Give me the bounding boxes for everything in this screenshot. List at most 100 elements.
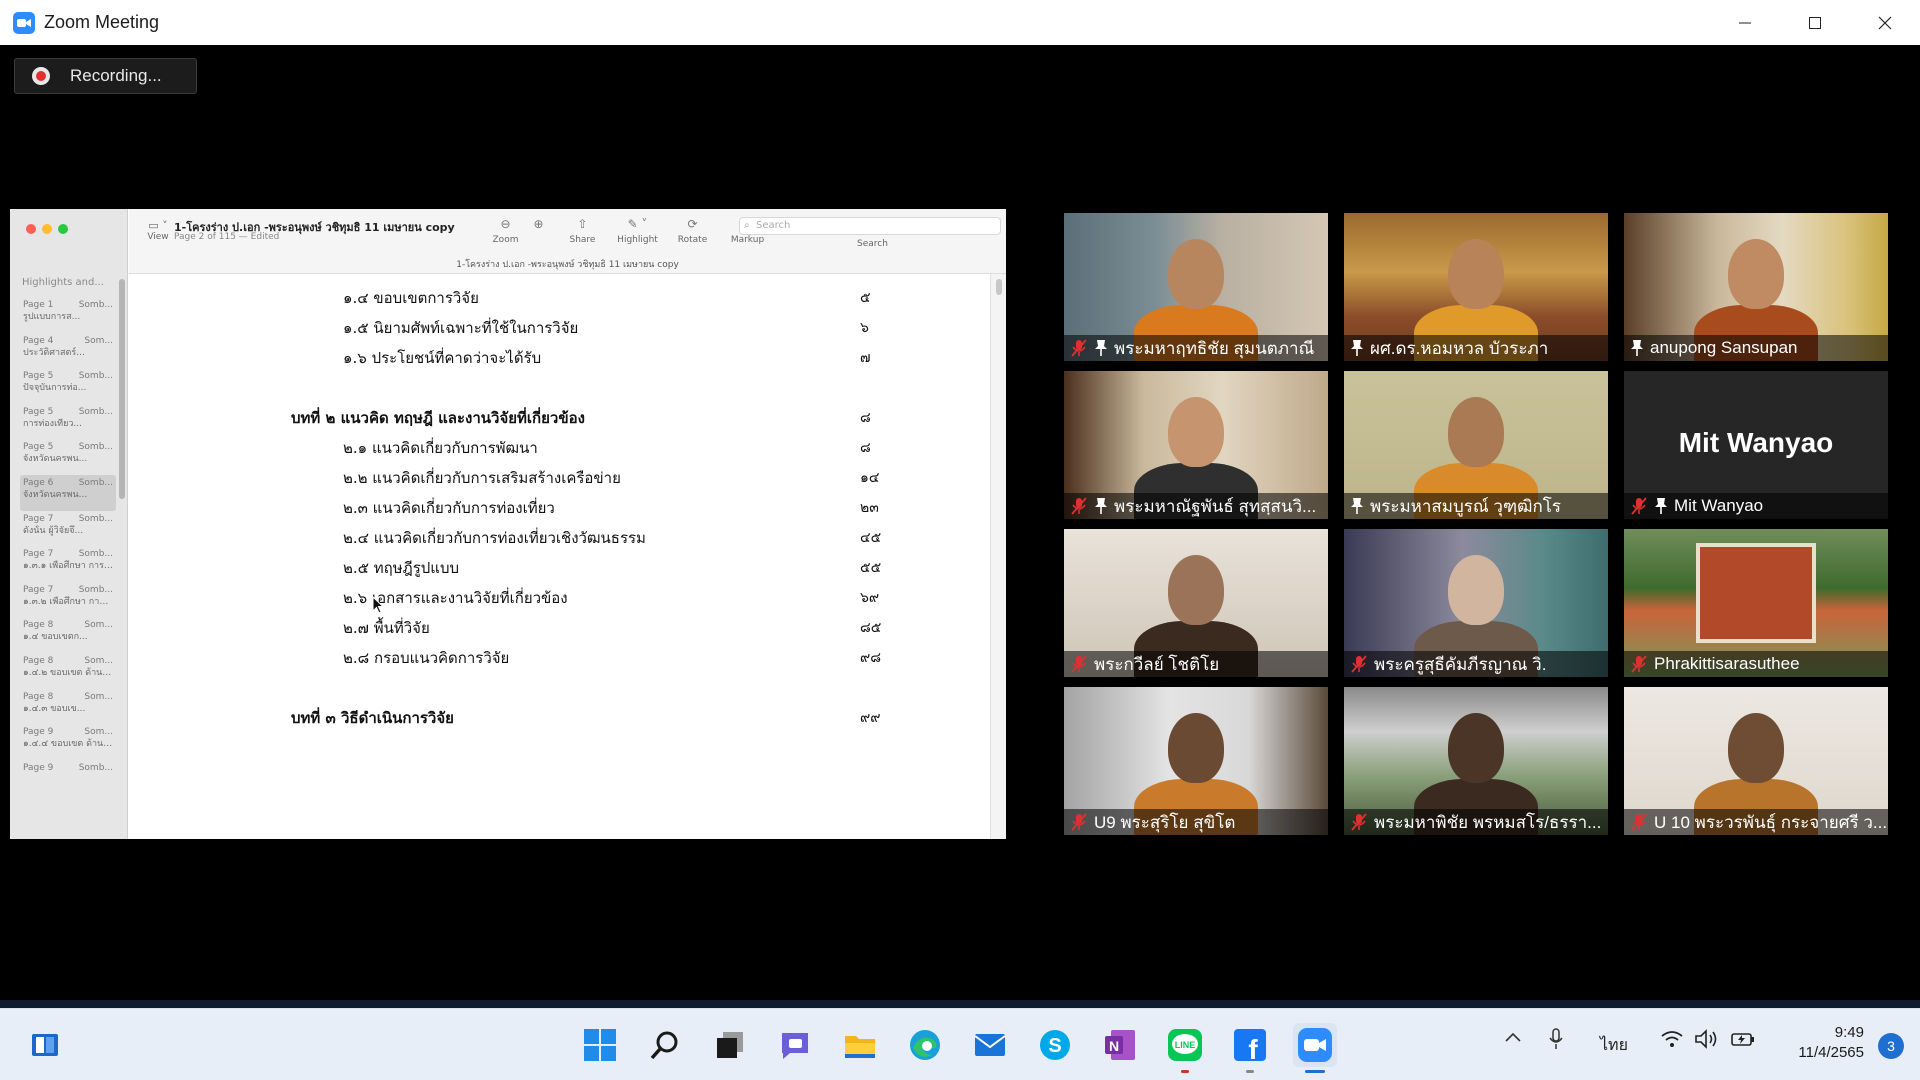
taskbar-file-explorer-button[interactable]	[838, 1023, 882, 1067]
participant-tile[interactable]: Phrakittisarasuthee	[1624, 529, 1888, 677]
close-button[interactable]	[1850, 0, 1920, 45]
mouse-cursor-icon	[372, 596, 384, 614]
clock-date: 11/4/2565	[1798, 1044, 1864, 1061]
page-scrollbar[interactable]	[996, 279, 1002, 295]
participant-name-bar: anupong Sansupan	[1624, 335, 1888, 361]
participant-face	[1728, 713, 1784, 783]
window-titlebar[interactable]: Zoom Meeting	[0, 0, 1920, 45]
clock[interactable]: 9:49 11/4/2565	[1798, 1023, 1864, 1063]
toc-section-title: ๒.๒ แนวคิดเกี่ยวกับการเสริมสร้างเครือข่า…	[343, 469, 621, 487]
notification-badge[interactable]: 3	[1878, 1033, 1904, 1059]
annotation-preview: ดังนั้น ผู้วิจัยจึ...	[23, 525, 84, 536]
participant-tile[interactable]: พระมหาสมบูรณ์ วุฑฺฒิกโร	[1344, 371, 1608, 519]
participant-tile[interactable]: พระมหาณัฐพันธ์ สุทสฺสนวิ...	[1064, 371, 1328, 519]
annotation-item[interactable]: Page 7 Somb... ดังนั้น ผู้วิจัยจึ...	[20, 511, 116, 547]
taskbar-facebook-button[interactable]: f	[1228, 1023, 1272, 1073]
annotation-author: Som...	[84, 620, 113, 631]
taskbar-mail-button[interactable]	[968, 1023, 1012, 1067]
highlight-button[interactable]: ✎ ˅ Highlight	[610, 217, 665, 245]
participant-tile[interactable]: พระมหาฤทธิชัย สุมนตภาณี	[1064, 213, 1328, 361]
annotation-author: Somb...	[78, 584, 113, 595]
taskbar-teams-chat-button[interactable]	[773, 1023, 817, 1067]
participant-name: U 10 พระวรพันธุ์ กระจายศรี ว...	[1654, 812, 1888, 832]
taskbar-edge-button[interactable]	[903, 1023, 947, 1067]
zoom-out-button[interactable]: ⊖ Zoom	[489, 217, 522, 245]
maximize-button[interactable]	[1780, 0, 1850, 45]
zoom-in-button[interactable]: ⊕	[522, 217, 555, 245]
mac-window-buttons	[26, 224, 68, 234]
annotation-page: Page 6	[23, 477, 54, 488]
participant-name-bar: พระมหาฤทธิชัย สุมนตภาณี	[1064, 335, 1328, 361]
volume-tray-button[interactable]	[1694, 1029, 1720, 1049]
annotation-page: Page 4	[23, 335, 54, 346]
search-icon	[649, 1029, 681, 1061]
taskbar-search-button[interactable]	[643, 1023, 687, 1067]
show-hidden-icons-button[interactable]	[1504, 1031, 1522, 1043]
annotation-item[interactable]: Page 9 Somb...	[20, 760, 116, 796]
microphone-tray-button[interactable]	[1548, 1027, 1564, 1051]
pin-icon	[1350, 339, 1364, 357]
annotation-item[interactable]: Page 6 Somb... จังหวัดนครพน...	[20, 474, 116, 511]
annotation-item[interactable]: Page 8 Som...๑.๔.๒ ขอบเขต ด้านเนื้อหา...	[20, 653, 116, 689]
recording-indicator[interactable]: Recording...	[14, 58, 197, 94]
taskbar-line-button[interactable]: LINE	[1163, 1023, 1207, 1073]
share-button[interactable]: ⇧ Share	[555, 217, 610, 245]
toc-page-number: ๖๙	[860, 590, 880, 606]
participant-tile[interactable]: U9 พระสุริโย สุขิโต	[1064, 687, 1328, 835]
search-field[interactable]: ⌕ Search	[739, 217, 1001, 235]
file-explorer-icon	[843, 1030, 877, 1060]
participant-tile[interactable]: U 10 พระวรพันธุ์ กระจายศรี ว...	[1624, 687, 1888, 835]
annotation-item[interactable]: Page 5 Somb... ปัจจุบันการท่อ...	[20, 368, 116, 404]
participant-tile[interactable]: พระมหาพิชัย พรหมสโร/ธรรา...	[1344, 687, 1608, 835]
battery-tray-button[interactable]	[1730, 1029, 1756, 1049]
annotation-author: Som...	[84, 727, 113, 738]
participant-face	[1168, 555, 1224, 625]
participant-tile[interactable]: พระครูสุธีคัมภีรญาณ วิ.	[1344, 529, 1608, 677]
annotation-item[interactable]: Page 1 Somb... รูปแบบการส...	[20, 297, 116, 333]
annotation-list: Page 1 Somb... รูปแบบการส... Page 4 Som... ปร…	[20, 297, 116, 795]
mic-muted-icon	[1070, 813, 1088, 831]
annotation-item[interactable]: Page 8 Som... ๑.๔.๓ ขอบเข...	[20, 689, 116, 725]
taskbar-onenote-button[interactable]: N	[1098, 1023, 1142, 1067]
participant-face	[1168, 397, 1224, 467]
participant-tile[interactable]: ผศ.ดร.หอมหวล บัวระภา	[1344, 213, 1608, 361]
sidebar-scrollbar[interactable]	[119, 279, 125, 499]
toc-chapter-title: บทที่ ๓ วิธีดำเนินการวิจัย	[291, 709, 454, 727]
svg-text:S: S	[1048, 1035, 1061, 1057]
rotate-button[interactable]: ⟳ Rotate	[665, 217, 720, 245]
annotation-item[interactable]: Page 8 Som... ๑.๔ ขอบเขตก...	[20, 617, 116, 653]
taskbar-skype-button[interactable]: S	[1033, 1023, 1077, 1067]
language-indicator[interactable]: ไทย	[1600, 1033, 1628, 1058]
annotation-item[interactable]: Page 9 Som...๑.๔.๔ ขอบเขต ด้านผู้ให้ข้อมู…	[20, 724, 116, 760]
participant-tile[interactable]: anupong Sansupan	[1624, 213, 1888, 361]
sidebar-header: Highlights and...	[22, 277, 104, 288]
taskbar-zoom-button[interactable]	[1293, 1023, 1337, 1073]
toc-section-title: ๑.๔ ขอบเขตการวิจัย	[343, 289, 479, 307]
toc-page-number: ๑๔	[860, 470, 880, 486]
taskbar-task-view-button[interactable]	[708, 1023, 752, 1067]
markup-label: Markup	[730, 235, 765, 245]
clock-time: 9:49	[1834, 1024, 1864, 1041]
minimize-button[interactable]	[1710, 0, 1780, 45]
volume-icon	[1695, 1029, 1717, 1049]
toc-section-title: ๒.๓ แนวคิดเกี่ยวกับการท่องเที่ยว	[343, 499, 555, 517]
annotation-item[interactable]: Page 5 Somb... จังหวัดนครพน...	[20, 439, 116, 475]
participant-tile[interactable]: พระกวีลย์ โชติโย	[1064, 529, 1328, 677]
shared-screen[interactable]: Highlights and... Page 1 Somb... รูปแบบการ…	[10, 209, 1006, 839]
participant-face	[1448, 239, 1504, 309]
annotation-item[interactable]: Page 5 Somb... การท่องเที่ยว...	[20, 404, 116, 440]
participant-tile[interactable]: Mit Wanyao Mit Wanyao	[1624, 371, 1888, 519]
view-button[interactable]: ▭ ˅ View	[143, 219, 173, 242]
annotation-preview: รูปแบบการส...	[23, 312, 81, 322]
document-page: ๑.๔ ขอบเขตการวิจัย ๕๑.๕ นิยามศัพท์เฉพาะที…	[138, 274, 990, 839]
annotation-preview: จังหวัดนครพน...	[23, 489, 88, 500]
record-icon	[32, 67, 50, 85]
wifi-tray-button[interactable]	[1660, 1029, 1684, 1049]
annotation-page: Page 7	[23, 584, 54, 595]
annotation-item[interactable]: Page 7 Somb...๑.๓.๑ เพื่อศึกษา การจัดการท…	[20, 546, 116, 582]
widgets-button[interactable]	[23, 1023, 67, 1067]
annotation-item[interactable]: Page 7 Somb...๑.๓.๒ เพื่อศึกษา การพัฒนา ก…	[20, 582, 116, 618]
taskbar-start-button[interactable]	[578, 1023, 622, 1067]
annotation-item[interactable]: Page 4 Som... ประวัติศาสตร์...	[20, 333, 116, 369]
sidebar-toggle-icon: ▭ ˅	[148, 219, 168, 232]
